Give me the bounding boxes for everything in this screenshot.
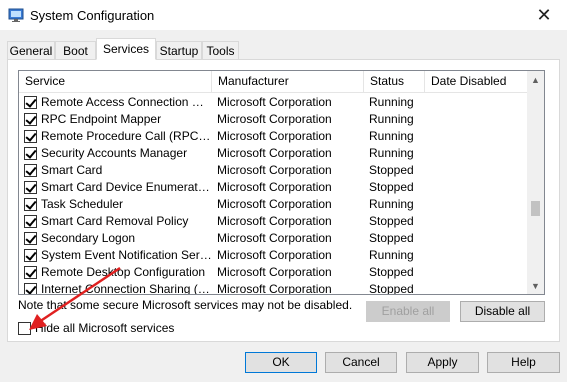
- service-name: Smart Card Device Enumeration ...: [41, 180, 212, 194]
- column-date-disabled[interactable]: Date Disabled: [425, 71, 527, 92]
- service-status: Running: [369, 146, 414, 160]
- help-button[interactable]: Help: [487, 352, 560, 373]
- window-title: System Configuration: [30, 8, 155, 23]
- service-name: Secondary Logon: [41, 231, 136, 245]
- service-manufacturer: Microsoft Corporation: [217, 129, 332, 143]
- service-checkbox[interactable]: [24, 96, 37, 109]
- services-list[interactable]: Service Manufacturer Status Date Disable…: [18, 70, 545, 295]
- cancel-button[interactable]: Cancel: [325, 352, 397, 373]
- list-item[interactable]: Smart Card Device Enumeration ... Micros…: [19, 179, 527, 196]
- system-config-icon: [8, 8, 24, 22]
- tab-services[interactable]: Services: [96, 38, 156, 60]
- service-status: Stopped: [369, 163, 414, 177]
- service-checkbox[interactable]: [24, 215, 37, 228]
- list-header: Service Manufacturer Status Date Disable…: [19, 71, 527, 93]
- service-manufacturer: Microsoft Corporation: [217, 231, 332, 245]
- secure-services-note: Note that some secure Microsoft services…: [18, 298, 353, 312]
- service-status: Stopped: [369, 214, 414, 228]
- list-item[interactable]: Remote Desktop Configuration Microsoft C…: [19, 264, 527, 281]
- vertical-scrollbar[interactable]: ▲ ▼: [527, 71, 544, 294]
- service-name: Smart Card Removal Policy: [41, 214, 189, 228]
- service-manufacturer: Microsoft Corporation: [217, 248, 332, 262]
- close-icon: ✕: [536, 4, 552, 25]
- service-checkbox[interactable]: [24, 113, 37, 126]
- list-item[interactable]: Smart Card Removal Policy Microsoft Corp…: [19, 213, 527, 230]
- tab-startup[interactable]: Startup: [156, 41, 202, 59]
- list-item[interactable]: System Event Notification Service Micros…: [19, 247, 527, 264]
- service-name: Security Accounts Manager: [41, 146, 188, 160]
- service-manufacturer: Microsoft Corporation: [217, 163, 332, 177]
- service-manufacturer: Microsoft Corporation: [217, 146, 332, 160]
- service-manufacturer: Microsoft Corporation: [217, 282, 332, 295]
- tab-boot[interactable]: Boot: [55, 41, 96, 59]
- service-status: Running: [369, 129, 414, 143]
- service-status: Running: [369, 197, 414, 211]
- tab-tools[interactable]: Tools: [202, 41, 239, 59]
- column-status[interactable]: Status: [364, 71, 425, 92]
- list-item[interactable]: RPC Endpoint Mapper Microsoft Corporatio…: [19, 111, 527, 128]
- hide-ms-services-label: Hide all Microsoft services: [35, 321, 175, 335]
- service-manufacturer: Microsoft Corporation: [217, 112, 332, 126]
- service-name: System Event Notification Service: [41, 248, 212, 262]
- list-item[interactable]: Security Accounts Manager Microsoft Corp…: [19, 145, 527, 162]
- list-item[interactable]: Remote Access Connection Man... Microsof…: [19, 94, 527, 111]
- service-checkbox[interactable]: [24, 283, 37, 294]
- service-name: Remote Desktop Configuration: [41, 265, 206, 279]
- service-status: Stopped: [369, 180, 414, 194]
- column-service[interactable]: Service: [19, 71, 212, 92]
- service-status: Running: [369, 112, 414, 126]
- title-bar: System Configuration ✕: [0, 0, 567, 30]
- service-checkbox[interactable]: [24, 130, 37, 143]
- list-item[interactable]: Smart Card Microsoft Corporation Stopped: [19, 162, 527, 179]
- list-item[interactable]: Secondary Logon Microsoft Corporation St…: [19, 230, 527, 247]
- service-status: Stopped: [369, 265, 414, 279]
- service-name: Remote Access Connection Man...: [41, 95, 212, 109]
- apply-button[interactable]: Apply: [406, 352, 479, 373]
- service-manufacturer: Microsoft Corporation: [217, 265, 332, 279]
- service-manufacturer: Microsoft Corporation: [217, 180, 332, 194]
- scroll-down-icon[interactable]: ▼: [527, 277, 544, 294]
- service-manufacturer: Microsoft Corporation: [217, 197, 332, 211]
- service-status: Stopped: [369, 231, 414, 245]
- disable-all-button[interactable]: Disable all: [460, 301, 545, 322]
- service-status: Running: [369, 95, 414, 109]
- tab-general[interactable]: General: [7, 41, 55, 59]
- list-item[interactable]: Internet Connection Sharing (ICS) Micros…: [19, 281, 527, 295]
- service-manufacturer: Microsoft Corporation: [217, 214, 332, 228]
- service-name: Task Scheduler: [41, 197, 124, 211]
- service-name: RPC Endpoint Mapper: [41, 112, 162, 126]
- service-checkbox[interactable]: [24, 198, 37, 211]
- service-name: Internet Connection Sharing (ICS): [41, 282, 212, 295]
- service-name: Smart Card: [41, 163, 103, 177]
- service-manufacturer: Microsoft Corporation: [217, 95, 332, 109]
- service-status: Running: [369, 248, 414, 262]
- service-checkbox[interactable]: [24, 232, 37, 245]
- close-button[interactable]: ✕: [521, 0, 567, 30]
- service-status: Stopped: [369, 282, 414, 295]
- service-name: Remote Procedure Call (RPC) Lo...: [41, 129, 212, 143]
- ok-button[interactable]: OK: [245, 352, 317, 373]
- service-checkbox[interactable]: [24, 266, 37, 279]
- service-checkbox[interactable]: [24, 164, 37, 177]
- scrollbar-thumb[interactable]: [531, 201, 540, 216]
- service-checkbox[interactable]: [24, 181, 37, 194]
- enable-all-button[interactable]: Enable all: [366, 301, 450, 322]
- column-manufacturer[interactable]: Manufacturer: [212, 71, 364, 92]
- service-checkbox[interactable]: [24, 249, 37, 262]
- list-item[interactable]: Remote Procedure Call (RPC) Lo... Micros…: [19, 128, 527, 145]
- hide-ms-services-checkbox[interactable]: [18, 322, 31, 335]
- service-checkbox[interactable]: [24, 147, 37, 160]
- scroll-up-icon[interactable]: ▲: [527, 71, 544, 88]
- list-item[interactable]: Task Scheduler Microsoft Corporation Run…: [19, 196, 527, 213]
